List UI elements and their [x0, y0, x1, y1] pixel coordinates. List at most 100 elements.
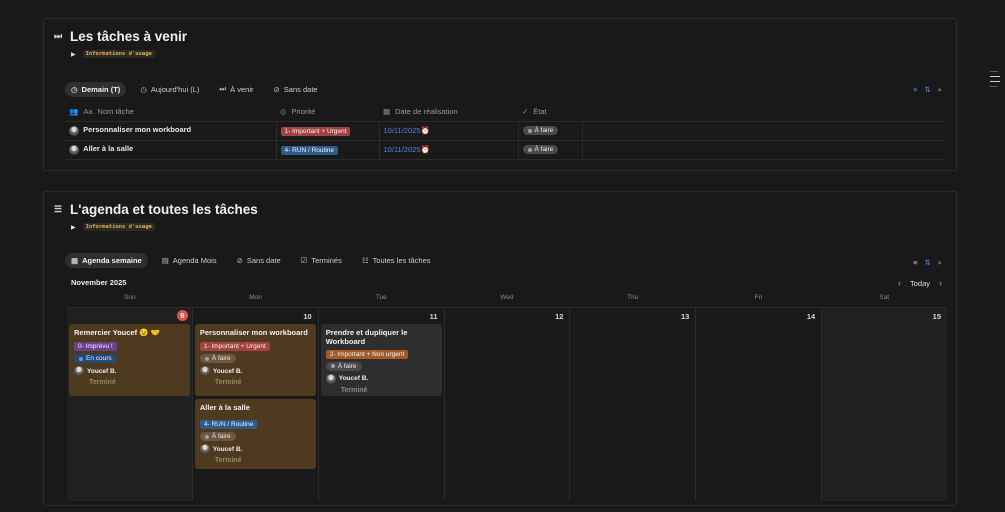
list-icon: ☷ — [361, 256, 369, 265]
usage-toggle[interactable]: ▶ Informations d'usage — [71, 50, 155, 58]
outline-mark — [990, 71, 998, 72]
tab-label: Agenda semaine — [82, 256, 142, 265]
checkbox-icon: ☑ — [300, 256, 308, 265]
day-number: 13 — [680, 312, 690, 321]
event-title: Remercier Youcef 😉 🤝 — [74, 328, 160, 337]
check-icon: ✓ — [522, 106, 529, 116]
calendar-icon: ▦ — [71, 256, 79, 265]
priority-tag: 1- Important + Urgent — [199, 342, 270, 352]
column-state[interactable]: ✓ État — [518, 102, 582, 122]
event-card[interactable]: Prendre et dupliquer le Workboard 2- Imp… — [320, 324, 442, 396]
weekday-label: Sun — [124, 294, 136, 301]
tab-sans-date[interactable]: ⊘ Sans date — [268, 82, 324, 97]
day-column-sun[interactable]: 9 Remercier Youcef 😉 🤝 0- Imprévu ! En c… — [67, 308, 193, 501]
task-name: Aller à la salle — [83, 144, 134, 154]
sort-icon[interactable]: ⇅ — [925, 258, 931, 268]
task-name-cell[interactable]: Aller à la salle — [65, 140, 277, 160]
status-row: À faire — [325, 361, 437, 371]
fast-forward-icon: ⏭ — [219, 84, 227, 93]
event-card[interactable]: Personnaliser mon workboard 1- Important… — [194, 324, 316, 396]
priority-cell[interactable]: 1- Important + Urgent — [276, 121, 380, 141]
priority-tag: 0- Imprévu ! — [74, 342, 117, 352]
tab-demain[interactable]: ◷ Demain (T) — [65, 81, 127, 97]
tab-a-venir[interactable]: ⏭ À venir — [213, 81, 259, 97]
column-name[interactable]: 👥 Aa Nom tâche — [65, 102, 276, 122]
tab-aujourdhui[interactable]: ◷ Aujourd'hui (L) — [134, 82, 205, 97]
status-badge: En cours — [74, 354, 117, 364]
text-icon: Aa — [83, 106, 93, 116]
section-title: ☰ L'agenda et toutes les tâches — [52, 202, 258, 217]
weekday-label: Thu — [627, 294, 639, 301]
today-button[interactable]: Today — [910, 279, 930, 288]
event-card[interactable]: Aller à la salle 4- RUN / Routine À fair… — [194, 399, 316, 469]
tab-toutes-les-taches[interactable]: ☷ Toutes les tâches — [356, 253, 437, 268]
event-title: Personnaliser mon workboard — [199, 328, 308, 337]
table-row[interactable]: Personnaliser mon workboard 1- Important… — [65, 121, 945, 141]
usage-toggle[interactable]: ▶ Informations d'usage — [71, 223, 155, 231]
status-badge: À faire — [199, 432, 236, 442]
tag-row: 2- Important + Non urgent — [325, 349, 437, 359]
calendar-icon: ▤ — [161, 256, 169, 265]
tab-label: À venir — [230, 84, 254, 94]
date-cell[interactable]: 10/11/2025⏰ — [379, 140, 519, 160]
day-column-mon[interactable]: 10 Personnaliser mon workboard 1- Import… — [193, 308, 319, 501]
filter-icon[interactable]: ≡ — [913, 85, 917, 95]
triangle-right-icon: ▶ — [71, 51, 76, 58]
date-cell[interactable]: 10/11/2025⏰ — [379, 121, 519, 141]
weekday-header: Sun Mon Tue Wed Thu Fri Sat — [67, 294, 947, 301]
day-column-wed[interactable]: 12 — [445, 308, 571, 501]
chevron-left-icon[interactable]: ‹ — [898, 278, 901, 288]
event-card[interactable]: Remercier Youcef 😉 🤝 0- Imprévu ! En cou… — [69, 324, 190, 396]
avatar — [199, 444, 210, 455]
calendar-icon: ▦ — [383, 106, 391, 116]
tab-agenda-semaine[interactable]: ▦ Agenda semaine — [65, 253, 148, 268]
assignee-name: Youcef B. — [338, 375, 369, 383]
column-date[interactable]: ▦ Date de réalisation — [379, 102, 518, 122]
search-icon[interactable]: ⌕ — [938, 258, 942, 268]
week-grid: 9 Remercier Youcef 😉 🤝 0- Imprévu ! En c… — [67, 307, 948, 501]
task-name-cell[interactable]: Personnaliser mon workboard — [65, 121, 277, 141]
column-label: État — [533, 106, 547, 116]
tab-label: Demain (T) — [81, 84, 121, 94]
month-label: November 2025 — [71, 278, 127, 287]
outline-rail[interactable] — [990, 71, 1000, 91]
tab-sans-date[interactable]: ⊘ Sans date — [231, 253, 287, 268]
task-name: Personnaliser mon workboard — [83, 125, 192, 135]
section-title-text: L'agenda et toutes les tâches — [70, 202, 258, 217]
table-header-row: 👥 Aa Nom tâche ◎ Priorité ▦ Date de réalisat… — [65, 102, 945, 122]
day-number-today: 9 — [176, 310, 188, 321]
search-icon[interactable]: ⌕ — [938, 85, 942, 95]
view-tabs: ▦ Agenda semaine ▤ Agenda Mois ⊘ Sans date … — [65, 253, 437, 268]
section-title: ⏭ Les tâches à venir — [52, 29, 187, 44]
state-cell[interactable]: À faire — [518, 121, 583, 141]
state-cell[interactable]: À faire — [518, 140, 583, 160]
filter-icon[interactable]: ≡ — [913, 258, 917, 268]
avatar — [69, 125, 79, 136]
upcoming-tasks-panel: ⏭ Les tâches à venir ▶ Informations d'us… — [43, 18, 957, 171]
tab-agenda-mois[interactable]: ▤ Agenda Mois — [156, 253, 223, 268]
chevron-right-icon[interactable]: › — [939, 278, 942, 288]
table-row[interactable]: Aller à la salle 4- RUN / Routine 10/11/… — [65, 140, 945, 160]
day-column-sat[interactable]: 15 — [822, 308, 948, 501]
tab-label: Terminés — [311, 256, 342, 265]
date-value: 10/11/2025 — [383, 126, 421, 135]
dot-icon — [330, 364, 335, 369]
dot-icon — [527, 147, 532, 152]
priority-tag: 2- Important + Non urgent — [325, 349, 409, 359]
day-column-fri[interactable]: 14 — [696, 308, 823, 501]
view-tools: ≡ ⇅ ⌕ — [913, 85, 942, 95]
day-number: 15 — [932, 312, 942, 321]
column-priority[interactable]: ◎ Priorité — [276, 102, 379, 122]
sort-icon[interactable]: ⇅ — [925, 85, 931, 95]
column-label: Date de réalisation — [395, 106, 458, 116]
view-tabs: ◷ Demain (T) ◷ Aujourd'hui (L) ⏭ À venir ⊘ S… — [65, 81, 324, 97]
event-title: Prendre et dupliquer le Workboard — [325, 328, 408, 347]
day-column-tue[interactable]: 11 Prendre et dupliquer le Workboard 2- … — [319, 308, 445, 501]
priority-cell[interactable]: 4- RUN / Routine — [276, 140, 380, 160]
tab-termines[interactable]: ☑ Terminés — [295, 253, 348, 268]
day-column-thu[interactable]: 13 — [570, 308, 697, 501]
outline-mark-active — [990, 81, 1000, 82]
date-value: 10/11/2025 — [383, 145, 421, 154]
tab-label: Toutes les tâches — [372, 256, 431, 265]
avatar — [199, 366, 210, 377]
